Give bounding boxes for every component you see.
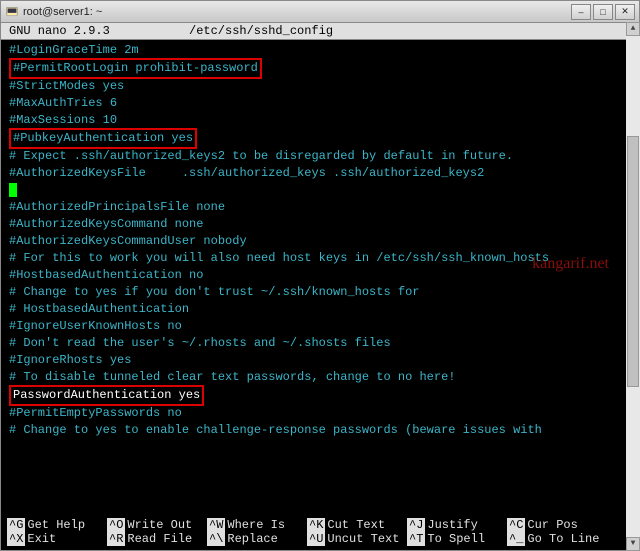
highlight-password-auth: PasswordAuthentication yes: [9, 385, 204, 406]
titlebar[interactable]: root@server1: ~ – □ ✕: [1, 1, 639, 23]
editor-area[interactable]: #LoginGraceTime 2m #PermitRootLogin proh…: [1, 40, 639, 516]
config-line: # Change to yes if you don't trust ~/.ss…: [9, 284, 631, 301]
config-line: #AuthorizedKeysCommand none: [9, 216, 631, 233]
shortcut-readfile[interactable]: ^RRead File: [107, 532, 207, 546]
nano-shortcuts: ^GGet Help ^OWrite Out ^WWhere Is ^KCut …: [1, 516, 639, 550]
minimize-button[interactable]: –: [571, 4, 591, 20]
cursor: [9, 183, 17, 197]
nano-header: GNU nano 2.9.3 /etc/ssh/sshd_config: [1, 23, 639, 40]
config-line: #PermitEmptyPasswords no: [9, 405, 631, 422]
config-line: #IgnoreRhosts yes: [9, 352, 631, 369]
shortcut-spell[interactable]: ^TTo Spell: [407, 532, 507, 546]
shortcut-writeout[interactable]: ^OWrite Out: [107, 518, 207, 532]
config-line: #MaxSessions 10: [9, 112, 631, 129]
scroll-track[interactable]: [626, 36, 640, 537]
window-title: root@server1: ~: [23, 6, 571, 18]
putty-icon: [5, 5, 19, 19]
config-line: #IgnoreUserKnownHosts no: [9, 318, 631, 335]
shortcut-cut[interactable]: ^KCut Text: [307, 518, 407, 532]
config-line: # Don't read the user's ~/.rhosts and ~/…: [9, 335, 631, 352]
close-button[interactable]: ✕: [615, 4, 635, 20]
shortcut-replace[interactable]: ^\Replace: [207, 532, 307, 546]
shortcut-justify[interactable]: ^JJustify: [407, 518, 507, 532]
config-line: #MaxAuthTries 6: [9, 95, 631, 112]
config-line: #PermitRootLogin prohibit-password: [9, 59, 631, 78]
config-line: #AuthorizedKeysCommandUser nobody: [9, 233, 631, 250]
config-line: # HostbasedAuthentication: [9, 301, 631, 318]
app-name: GNU nano 2.9.3: [9, 24, 189, 38]
config-line: #LoginGraceTime 2m: [9, 42, 631, 59]
shortcut-exit[interactable]: ^XExit: [7, 532, 107, 546]
scroll-thumb[interactable]: [627, 136, 639, 387]
config-line: # To disable tunneled clear text passwor…: [9, 369, 631, 386]
config-line: #PubkeyAuthentication yes: [9, 129, 631, 148]
config-line: #AuthorizedPrincipalsFile none: [9, 199, 631, 216]
config-line: PasswordAuthentication yes: [9, 386, 631, 405]
config-line: [9, 182, 631, 199]
shortcut-uncut[interactable]: ^UUncut Text: [307, 532, 407, 546]
shortcut-help[interactable]: ^GGet Help: [7, 518, 107, 532]
maximize-button[interactable]: □: [593, 4, 613, 20]
config-line: # Change to yes to enable challenge-resp…: [9, 422, 631, 439]
file-path: /etc/ssh/sshd_config: [189, 24, 333, 38]
window-controls: – □ ✕: [571, 4, 635, 20]
highlight-permit-root: #PermitRootLogin prohibit-password: [9, 58, 262, 79]
scrollbar[interactable]: ▲ ▼: [626, 22, 640, 551]
shortcut-whereis[interactable]: ^WWhere Is: [207, 518, 307, 532]
shortcut-goto[interactable]: ^_Go To Line: [507, 532, 607, 546]
config-line: # Expect .ssh/authorized_keys2 to be dis…: [9, 148, 631, 165]
scroll-down-button[interactable]: ▼: [626, 537, 640, 551]
config-line: #StrictModes yes: [9, 78, 631, 95]
terminal-window: root@server1: ~ – □ ✕ GNU nano 2.9.3 /et…: [0, 0, 640, 551]
config-line: #AuthorizedKeysFile .ssh/authorized_keys…: [9, 165, 631, 182]
highlight-pubkey-auth: #PubkeyAuthentication yes: [9, 128, 197, 149]
shortcut-curpos[interactable]: ^CCur Pos: [507, 518, 607, 532]
scroll-up-button[interactable]: ▲: [626, 22, 640, 36]
watermark: kangarif.net: [532, 255, 609, 272]
